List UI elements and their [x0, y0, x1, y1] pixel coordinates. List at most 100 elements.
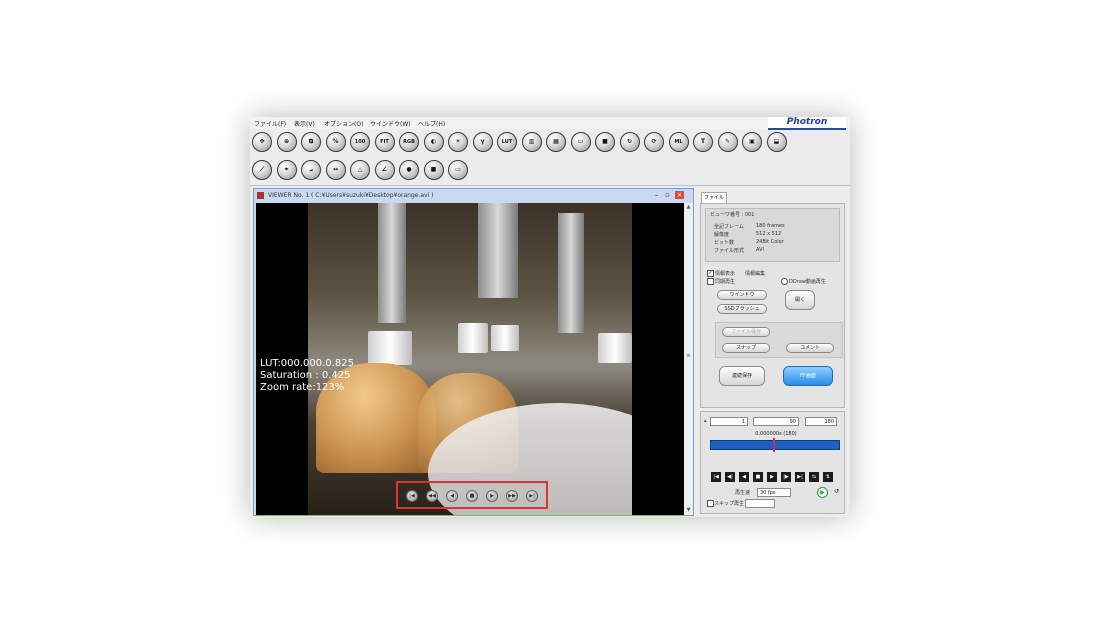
menu-options[interactable]: オプション(O) [324, 119, 363, 128]
app-window: ファイル(F) 表示(V) オプション(O) ウインドウ(W) ヘルプ(H) P… [250, 117, 850, 517]
distance-icon[interactable]: ↔ [325, 160, 346, 180]
overlay-control-button[interactable]: ◀ [446, 490, 458, 502]
info-value: 24Bit Color [756, 239, 784, 245]
start-frame-input[interactable]: 1 [710, 417, 748, 426]
text-tool-icon[interactable]: T [693, 132, 713, 152]
playback-button[interactable]: ⇆ [809, 472, 819, 482]
playback-button[interactable]: ◀| [725, 472, 735, 482]
slope-icon[interactable]: ∠ [374, 160, 395, 180]
viewer-title: VIEWER No. 1 ( C:¥Users¥suzuki¥Desktop¥o… [268, 192, 434, 199]
close-icon[interactable]: × [675, 191, 684, 199]
open-button[interactable]: 開く [785, 290, 815, 310]
window-button[interactable]: ウインドウ [717, 290, 767, 300]
pen-icon[interactable]: ✎ [717, 132, 738, 152]
zoom-100-icon[interactable]: 100 [350, 132, 370, 152]
point-icon[interactable]: ● [399, 160, 419, 180]
playback-overlay-controls: |◀ ◀◀ ◀ ■ ▶ ▶▶ ▶| [396, 481, 548, 509]
overlay-control-button[interactable]: ▶▶ [506, 490, 518, 502]
repeat-icon[interactable]: ↺ [831, 487, 842, 498]
file-info-box: ビューワ番号 : 001 全記フレーム 180 frames 解像度 512 x 51… [705, 208, 840, 262]
window-icon[interactable]: ▭ [448, 160, 468, 180]
playback-button[interactable]: ▶ [767, 472, 777, 482]
rgb-icon[interactable]: RGB [399, 132, 419, 152]
tray-icon[interactable]: ⬓ [766, 132, 787, 152]
overlay-control-button[interactable]: |◀ [406, 490, 418, 502]
frame-icon[interactable]: ▭ [570, 132, 591, 152]
percent-icon[interactable]: % [325, 132, 346, 152]
minimize-icon[interactable]: – [652, 191, 661, 199]
ddraw-radio[interactable] [781, 278, 788, 285]
scroll-down-icon[interactable]: ▼ [684, 506, 693, 515]
timeline-slider[interactable] [710, 438, 840, 452]
zoom-in-icon[interactable]: ⊕ [276, 132, 297, 152]
refresh-icon[interactable]: ⟳ [644, 132, 664, 152]
file-panel: ビューワ番号 : 001 全記フレーム 180 frames 解像度 512 x 51… [700, 203, 845, 408]
color-grid-icon[interactable]: ▦ [546, 132, 566, 152]
lut-reset-icon[interactable]: LUT [497, 132, 517, 152]
file-save-button[interactable]: ファイル保存 [722, 327, 770, 337]
ff-screen-button[interactable]: FF画面 [783, 366, 833, 386]
playback-button[interactable]: ▶| [795, 472, 805, 482]
display-icon[interactable]: ▣ [742, 132, 762, 152]
info-display-checkbox[interactable]: ✓ [707, 270, 714, 277]
speed-select[interactable]: 30 fps [757, 488, 791, 497]
vertical-scrollbar[interactable]: ▲ ≡ ▼ [684, 203, 693, 515]
angle-icon[interactable]: ⦟ [301, 160, 321, 180]
playback-button[interactable]: |◀ [711, 472, 721, 482]
playback-button[interactable]: ⇅ [823, 472, 833, 482]
snap-button[interactable]: スナップ [722, 343, 770, 353]
video-frame[interactable]: LUT:000.000.0.825 Saturation : 0.425 Zoo… [256, 203, 684, 515]
move-icon[interactable]: ✥ [252, 132, 272, 152]
sync-play-checkbox[interactable] [707, 278, 714, 285]
crop-icon[interactable]: ⧉ [301, 132, 321, 152]
skip-input[interactable] [745, 499, 775, 508]
info-key: 全記フレーム [714, 224, 744, 230]
start-spin-icon[interactable]: ▴ [704, 418, 707, 424]
skip-play-checkbox[interactable] [707, 500, 714, 507]
info-value: 512 x 512 [756, 231, 782, 237]
control-panel: ファイル ビューワ番号 : 001 全記フレーム 180 frames 解像度 512… [697, 188, 849, 516]
end-frame-input[interactable]: 180 [805, 417, 837, 426]
timeline-marker[interactable] [773, 438, 775, 452]
overlay-control-button[interactable]: ■ [466, 490, 478, 502]
overlay-zoom: Zoom rate:123% [260, 382, 345, 393]
color-bars-icon[interactable]: ▥ [521, 132, 542, 152]
gamma-icon[interactable]: γ [472, 132, 493, 152]
playback-button[interactable]: ■ [753, 472, 763, 482]
multi-lock-icon[interactable]: ML [668, 132, 689, 152]
playback-button[interactable]: |▶ [781, 472, 791, 482]
info-key: ビット数 [714, 240, 735, 246]
current-frame-input[interactable]: 90 [753, 417, 799, 426]
overlay-control-button[interactable]: ◀◀ [426, 490, 438, 502]
ssd-button[interactable]: SSDフラッシュ [717, 304, 767, 314]
info-value: 180 frames [756, 223, 785, 229]
overlay-control-button[interactable]: ▶| [526, 490, 538, 502]
scroll-thumb[interactable]: ≡ [685, 353, 692, 361]
measure-line-icon[interactable]: ⟋ [252, 160, 272, 180]
gray-tile-icon[interactable]: ■ [423, 160, 444, 180]
comment-button[interactable]: コメント [786, 343, 834, 353]
overlay-control-button[interactable]: ▶ [486, 490, 498, 502]
contrast-icon[interactable]: ◐ [423, 132, 444, 152]
tracking-icon[interactable]: ⌖ [276, 160, 297, 180]
multi-color-icon[interactable]: ■ [595, 132, 615, 152]
toolbar-separator [250, 185, 850, 186]
fit-icon[interactable]: FIT [374, 132, 395, 152]
menu-window[interactable]: ウインドウ(W) [370, 119, 411, 128]
scroll-up-icon[interactable]: ▲ [684, 203, 693, 212]
toolbar-main: ✥ ⊕ ⧉% 100 FIT RGB ◐ ☀ γ LUT ▥ ▦ ▭ ■ ↻ ⟳ ML T ✎ ▣ ⬓ [252, 131, 787, 153]
continuous-save-button[interactable]: 連続保存 [719, 366, 765, 386]
menu-file[interactable]: ファイル(F) [254, 119, 286, 128]
triangle-icon[interactable]: △ [350, 160, 370, 180]
time-readout: 0.000000s (180) [755, 431, 797, 437]
playback-button[interactable]: ◀ [739, 472, 749, 482]
rotate-icon[interactable]: ↻ [619, 132, 640, 152]
menu-help[interactable]: ヘルプ(H) [418, 119, 445, 128]
play-loop-icon[interactable]: ▶ [817, 487, 828, 498]
menu-view[interactable]: 表示(V) [294, 119, 315, 128]
viewer-titlebar[interactable]: VIEWER No. 1 ( C:¥Users¥suzuki¥Desktop¥o… [254, 189, 693, 202]
maximize-icon[interactable]: ▫ [663, 191, 672, 199]
playback-panel: ▴ 1 90 180 0.000000s (180) |◀ ◀| ◀ ■ ▶ |▶ ▶| ⇆ ⇅… [700, 411, 845, 514]
brightness-icon[interactable]: ☀ [448, 132, 468, 152]
menu-bar: ファイル(F) 表示(V) オプション(O) ウインドウ(W) ヘルプ(H) P… [250, 117, 850, 130]
